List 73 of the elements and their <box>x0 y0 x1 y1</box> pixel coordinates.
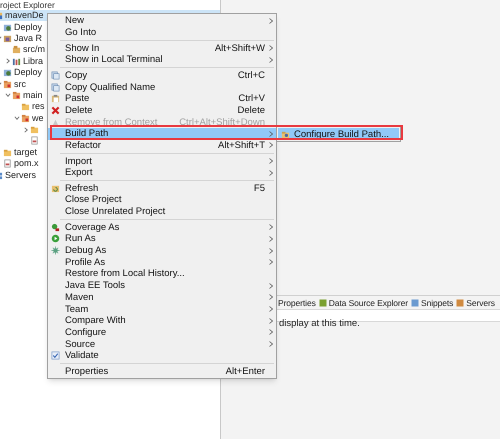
note-icon <box>411 298 420 306</box>
menu-item[interactable]: Close Project <box>48 194 276 206</box>
file-icon <box>30 136 39 146</box>
tree-item[interactable]: Deploy <box>14 22 42 33</box>
menu-item[interactable]: Copy Ctrl+C <box>48 70 276 82</box>
view-title[interactable]: roject Explorer <box>0 0 55 10</box>
view-tab[interactable]: Data Source Explorer <box>328 296 408 308</box>
collapsed-chevron-icon[interactable] <box>5 58 11 64</box>
books-icon <box>12 56 21 66</box>
file-icon <box>3 159 12 168</box>
menu-item[interactable]: Java EE Tools <box>48 280 276 292</box>
menu-item[interactable]: Show in Local Terminal <box>48 54 276 66</box>
server-icon <box>456 298 464 306</box>
menu-item[interactable]: Export <box>48 166 276 179</box>
bug-icon <box>51 246 60 256</box>
menu-item[interactable]: Copy Qualified Name <box>48 81 276 93</box>
menu-item[interactable]: Configure <box>48 326 276 338</box>
menu-item[interactable]: Compare With <box>48 314 276 327</box>
menu-item[interactable]: Refresh F5 <box>48 182 276 194</box>
menu-item[interactable]: Run As <box>48 233 276 245</box>
menu-item[interactable]: Coverage As <box>48 221 276 234</box>
view-tab[interactable]: Servers <box>466 296 495 308</box>
play-icon <box>51 234 60 244</box>
triangle-icon <box>51 118 60 127</box>
folder-icon <box>12 90 21 100</box>
folder-icon <box>3 148 12 157</box>
menu-item[interactable]: Refactor Alt+Shift+T <box>48 140 276 152</box>
menu-item[interactable]: New <box>48 15 276 27</box>
tree-item[interactable]: res <box>32 101 45 112</box>
tree-item[interactable]: Libra <box>23 56 44 67</box>
tree-item[interactable]: Servers <box>5 170 36 181</box>
folder-icon <box>30 125 39 134</box>
tree-item[interactable]: we <box>32 112 44 124</box>
coverage-icon <box>51 222 60 232</box>
folder-icon <box>281 130 290 138</box>
tree-item[interactable]: mavenDe <box>5 10 44 22</box>
menu-item[interactable]: Debug As <box>48 244 276 256</box>
menu-item[interactable]: Import <box>48 155 276 167</box>
package-icon <box>12 45 21 54</box>
menu-item[interactable]: Delete Delete <box>48 104 276 116</box>
tree-item[interactable]: Deploy <box>14 67 42 78</box>
grid-icon <box>318 298 327 306</box>
view-tab[interactable]: Snippets <box>421 296 454 308</box>
tree-item[interactable]: pom.x <box>14 158 39 170</box>
tree-item[interactable]: Java R <box>14 32 42 44</box>
resource-icon <box>3 34 12 43</box>
folder-icon <box>3 80 12 89</box>
globe-folder-icon <box>3 68 12 78</box>
folder-icon <box>21 114 30 123</box>
menu-item[interactable]: Validate <box>48 350 276 362</box>
menu-item[interactable]: Show In Alt+Shift+W <box>48 42 276 54</box>
status-message: display at this time. <box>279 318 360 329</box>
menu-item[interactable]: Maven <box>48 292 276 304</box>
menu-item[interactable]: Close Unrelated Project <box>48 206 276 218</box>
menu-item[interactable]: Source <box>48 338 276 350</box>
tree-item[interactable]: src/m <box>23 44 45 56</box>
menu-item[interactable]: Go Into <box>48 26 276 38</box>
close-icon <box>51 106 60 115</box>
collapsed-chevron-icon[interactable] <box>23 126 29 133</box>
menu-item[interactable]: Paste Ctrl+V <box>48 92 276 105</box>
menu-item[interactable]: Build Path <box>48 128 276 140</box>
menu-item[interactable]: Team <box>48 303 276 315</box>
tree-item[interactable]: target <box>14 146 38 158</box>
clipboard-icon <box>51 94 60 104</box>
view-tab[interactable]: Properties <box>278 296 316 308</box>
folder-icon <box>21 102 30 112</box>
folder-icon <box>51 184 60 193</box>
menu-item[interactable]: Restore from Local History... <box>48 268 276 280</box>
tree-item[interactable]: src <box>14 78 26 90</box>
menu-item[interactable]: Profile As <box>48 256 276 268</box>
menu-item[interactable]: Properties Alt+Enter <box>48 366 276 378</box>
globe-folder-icon <box>3 22 12 32</box>
tree-item[interactable]: main <box>23 90 43 101</box>
